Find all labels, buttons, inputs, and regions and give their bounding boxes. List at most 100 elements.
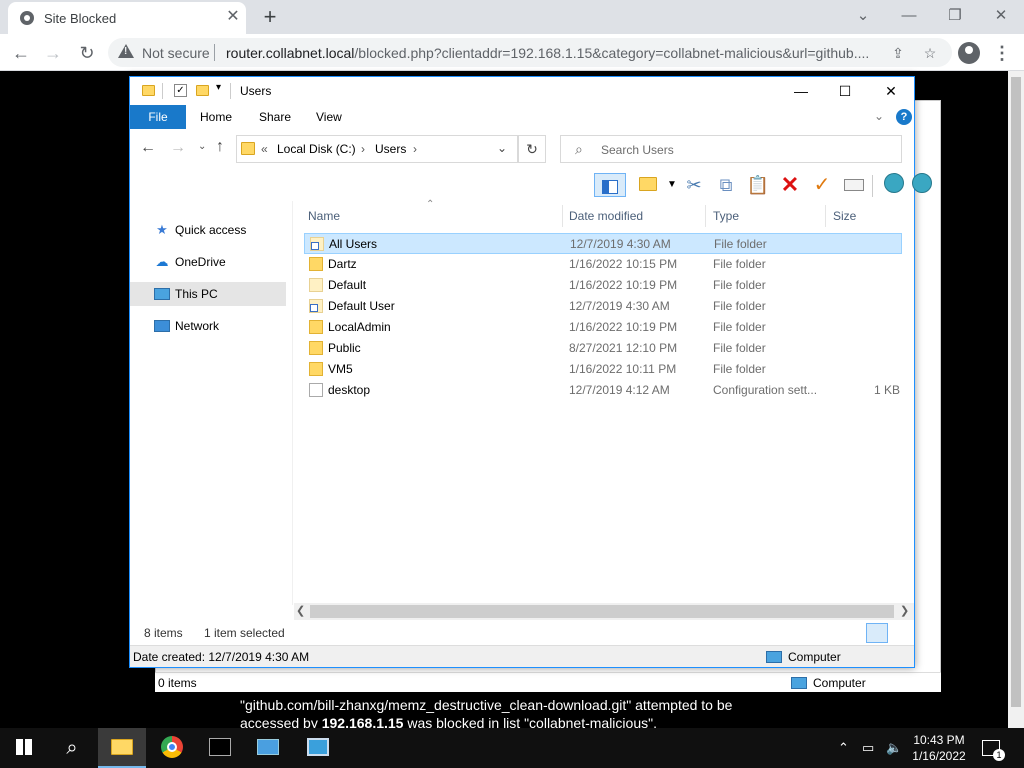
volume-muted-icon[interactable]: 🔈 (886, 740, 902, 756)
ribbon-expand-chevron-icon[interactable]: ⌄ (874, 109, 884, 123)
tab-share[interactable]: Share (259, 110, 291, 124)
tab-search-chevron-icon[interactable]: ⌄ (840, 4, 886, 28)
profile-avatar-icon[interactable] (958, 42, 980, 64)
sidebar-item-this-pc[interactable]: This PC (130, 282, 286, 306)
properties-check-icon[interactable]: ✓ (174, 84, 187, 97)
column-size[interactable]: Size (833, 209, 856, 223)
forward-arrow-icon[interactable]: → (40, 40, 66, 66)
maximize-icon[interactable]: ☐ (822, 77, 868, 105)
column-type[interactable]: Type (713, 209, 739, 223)
details-view-icon[interactable] (866, 623, 888, 643)
scroll-left-icon[interactable]: ❮ (296, 604, 305, 617)
server-manager-icon[interactable] (244, 728, 292, 768)
kebab-menu-icon[interactable]: ⋮ (992, 40, 1012, 66)
column-divider[interactable] (562, 205, 563, 227)
omnibox[interactable]: Not secure router.collabnet.local/blocke… (108, 38, 952, 67)
column-divider[interactable] (825, 205, 826, 227)
close-window-icon[interactable]: ✕ (978, 4, 1024, 28)
search-icon[interactable]: ⌕ (48, 728, 96, 768)
warning-icon[interactable] (118, 44, 134, 58)
breadcrumb-folder[interactable]: Users (375, 142, 406, 156)
address-dropdown-icon[interactable]: ⌄ (497, 141, 507, 155)
minimize-icon[interactable]: — (778, 77, 824, 105)
horizontal-scrollbar[interactable]: ❮ ❯ (294, 603, 914, 620)
window-title: Users (240, 84, 272, 98)
explorer-title-bar[interactable]: ✓ ▾ Users — ☐ ✕ (130, 77, 914, 105)
chevron-up-icon[interactable]: ⌃ (838, 740, 849, 756)
rename-icon[interactable] (842, 173, 866, 197)
scroll-thumb[interactable] (310, 605, 894, 618)
table-row[interactable]: VM5 1/16/2022 10:11 PM File folder (304, 359, 902, 380)
globe-icon[interactable] (910, 173, 934, 197)
terminal-icon[interactable] (196, 728, 244, 768)
table-row[interactable]: desktop 12/7/2019 4:12 AM Configuration se… (304, 380, 902, 401)
folder-options-icon[interactable] (636, 173, 660, 197)
new-tab-button[interactable]: + (258, 5, 282, 29)
delete-icon[interactable]: ✕ (778, 173, 802, 197)
sidebar-item-onedrive[interactable]: ☁ OneDrive (130, 250, 286, 274)
scroll-thumb[interactable] (1011, 77, 1021, 707)
block-message-line1: "github.com/bill-zhanxg/memz_destructive… (240, 697, 733, 713)
copy-icon[interactable]: ⧉ (714, 173, 738, 197)
start-button[interactable] (0, 728, 48, 768)
table-row[interactable]: Default 1/16/2022 10:19 PM File folder (304, 275, 902, 296)
globe-icon[interactable] (882, 173, 906, 197)
table-row[interactable]: Default User 12/7/2019 4:30 AM File folder (304, 296, 902, 317)
chrome-icon[interactable] (148, 728, 196, 768)
file-explorer-taskbar-icon[interactable] (98, 728, 146, 768)
table-row[interactable]: LocalAdmin 1/16/2022 10:19 PM File folder (304, 317, 902, 338)
pane-divider[interactable] (292, 201, 293, 605)
dropdown-chevron-icon[interactable]: ▼ (660, 173, 684, 197)
breadcrumb-overflow[interactable]: « (261, 142, 268, 156)
reload-icon[interactable]: ↻ (74, 40, 100, 66)
back-arrow-icon[interactable]: ← (8, 40, 34, 66)
chevron-right-icon[interactable]: › (413, 142, 417, 156)
recent-locations-chevron-icon[interactable]: ⌄ (198, 141, 206, 152)
column-name[interactable]: Name (308, 209, 340, 223)
tab-close-icon[interactable]: ✕ (224, 8, 242, 26)
paste-icon[interactable]: 📋 (746, 173, 770, 197)
page-scrollbar[interactable] (1008, 71, 1024, 734)
tab-file[interactable]: File (130, 105, 186, 129)
restore-icon[interactable]: ❐ (932, 4, 978, 28)
new-folder-icon[interactable] (196, 85, 209, 96)
control-panel-icon[interactable] (294, 728, 342, 768)
tab-view[interactable]: View (316, 110, 342, 124)
sidebar-item-network[interactable]: Network (130, 314, 286, 338)
sidebar-item-quick-access[interactable]: ★ Quick access (130, 218, 286, 242)
table-row[interactable]: Dartz 1/16/2022 10:15 PM File folder (304, 254, 902, 275)
not-secure-label[interactable]: Not secure (142, 45, 210, 61)
checkmark-icon[interactable]: ✓ (810, 173, 834, 197)
minimize-icon[interactable]: — (886, 4, 932, 28)
quick-access-dropdown-icon[interactable]: ▾ (216, 82, 221, 93)
url-text[interactable]: router.collabnet.local/blocked.php?clien… (226, 45, 881, 61)
breadcrumb[interactable]: « Local Disk (C:) › Users › ⌄ (236, 135, 518, 163)
folder-icon (309, 320, 323, 334)
browser-tab[interactable]: Site Blocked ✕ (8, 2, 246, 34)
up-arrow-icon[interactable]: ↑ (216, 138, 224, 156)
column-divider[interactable] (705, 205, 706, 227)
breadcrumb-drive[interactable]: Local Disk (C:) (277, 142, 356, 156)
close-icon[interactable]: ✕ (868, 77, 914, 105)
search-input[interactable]: ⌕ Search Users (560, 135, 902, 163)
share-icon[interactable]: ⇪ (890, 45, 906, 61)
forward-arrow-icon[interactable]: → (170, 139, 186, 157)
tab-home[interactable]: Home (200, 110, 232, 124)
chevron-right-icon[interactable]: › (361, 142, 365, 156)
cut-icon[interactable]: ✂ (682, 173, 706, 197)
sidebar-item-label: Network (175, 319, 220, 333)
command-toolbar: ▼ ✂ ⧉ 📋 ✕ ✓ (130, 169, 932, 201)
table-row[interactable]: All Users 12/7/2019 4:30 AM File folder (304, 233, 902, 254)
clock[interactable]: 10:43 PM 1/16/2022 (906, 732, 972, 764)
notifications-icon[interactable]: 1 (982, 740, 1005, 761)
bookmark-star-icon[interactable]: ☆ (922, 45, 938, 61)
refresh-button[interactable]: ↻ (518, 135, 546, 163)
table-row[interactable]: Public 8/27/2021 12:10 PM File folder (304, 338, 902, 359)
column-date-modified[interactable]: Date modified (569, 209, 643, 223)
network-tray-icon[interactable]: ▭ (862, 740, 874, 756)
help-icon[interactable]: ? (896, 109, 912, 125)
preview-pane-icon[interactable] (594, 173, 626, 197)
large-icons-view-icon[interactable] (890, 623, 912, 643)
back-arrow-icon[interactable]: ← (140, 139, 156, 157)
scroll-right-icon[interactable]: ❯ (900, 604, 909, 617)
